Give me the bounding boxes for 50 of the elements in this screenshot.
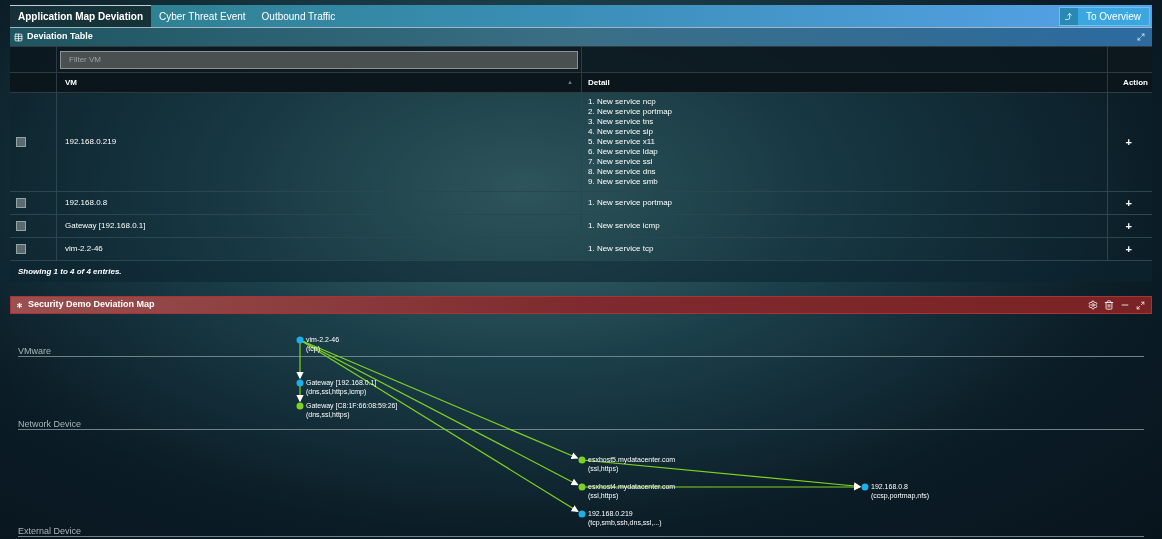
column-header[interactable]: Detail xyxy=(588,76,610,89)
add-button[interactable]: + xyxy=(1125,243,1132,255)
vm-cell: 192.168.0.219 xyxy=(65,136,117,148)
detail-line: 1. New service ncp xyxy=(588,97,657,107)
detail-line: 8. New service dns xyxy=(588,167,657,177)
asterisk-icon xyxy=(15,300,24,310)
node-dot[interactable] xyxy=(578,483,586,491)
row-checkbox[interactable] xyxy=(16,244,26,254)
tab[interactable]: Cyber Threat Event xyxy=(151,5,254,27)
entries-summary: Showing 1 to 4 of 4 entries. xyxy=(18,265,122,278)
node-dot[interactable] xyxy=(861,483,869,491)
detail-line: 2. New service portmap xyxy=(588,107,674,117)
column-header[interactable]: VM xyxy=(65,76,77,89)
detail-line: 4. New service sip xyxy=(588,127,654,137)
detail-line: 3. New service tns xyxy=(588,117,655,127)
vm-cell: Gateway [192.168.0.1] xyxy=(65,220,146,232)
tab[interactable]: Outbound Traffic xyxy=(253,5,344,27)
detail-line: 1. New service portmap xyxy=(588,198,674,208)
detail-line: 5. New service x11 xyxy=(588,137,656,147)
column-header[interactable]: Action xyxy=(1123,76,1148,89)
node-dot[interactable] xyxy=(578,456,586,464)
node-dot[interactable] xyxy=(296,336,304,344)
node-dot[interactable] xyxy=(578,510,586,518)
lane-label: External Device xyxy=(18,526,82,536)
add-button[interactable]: + xyxy=(1125,197,1132,209)
detail-line: 7. New service ssl xyxy=(588,157,654,167)
node-dot[interactable] xyxy=(296,379,304,387)
expand-icon[interactable] xyxy=(1136,300,1145,310)
filter-field[interactable]: Filter VM xyxy=(60,50,578,69)
lane-label: VMware xyxy=(18,346,51,356)
settings-icon[interactable] xyxy=(1088,300,1098,310)
table-icon xyxy=(14,32,23,42)
trash-icon[interactable] xyxy=(1104,300,1114,310)
detail-line: 6. New service ldap xyxy=(588,147,659,157)
detail-line: 1. New service tcp xyxy=(588,244,655,254)
row-checkbox[interactable] xyxy=(16,198,26,208)
tab[interactable]: Application Map Deviation xyxy=(10,5,151,27)
vm-cell: vim-2.2-46 xyxy=(65,243,103,255)
detail-line: 1. New service icmp xyxy=(588,221,661,231)
vm-cell: 192.168.0.8 xyxy=(65,197,108,209)
panel-title: Security Demo Deviation Map xyxy=(28,298,155,312)
row-checkbox[interactable] xyxy=(16,137,26,147)
panel-title: Deviation Table xyxy=(27,30,93,44)
detail-line: 9. New service smb xyxy=(588,177,659,187)
node-dot[interactable] xyxy=(296,402,304,410)
expand-icon[interactable] xyxy=(1137,33,1145,41)
add-button[interactable]: + xyxy=(1125,220,1132,232)
add-button[interactable]: + xyxy=(1125,136,1132,148)
row-checkbox[interactable] xyxy=(16,221,26,231)
lane-label: Network Device xyxy=(18,419,82,429)
